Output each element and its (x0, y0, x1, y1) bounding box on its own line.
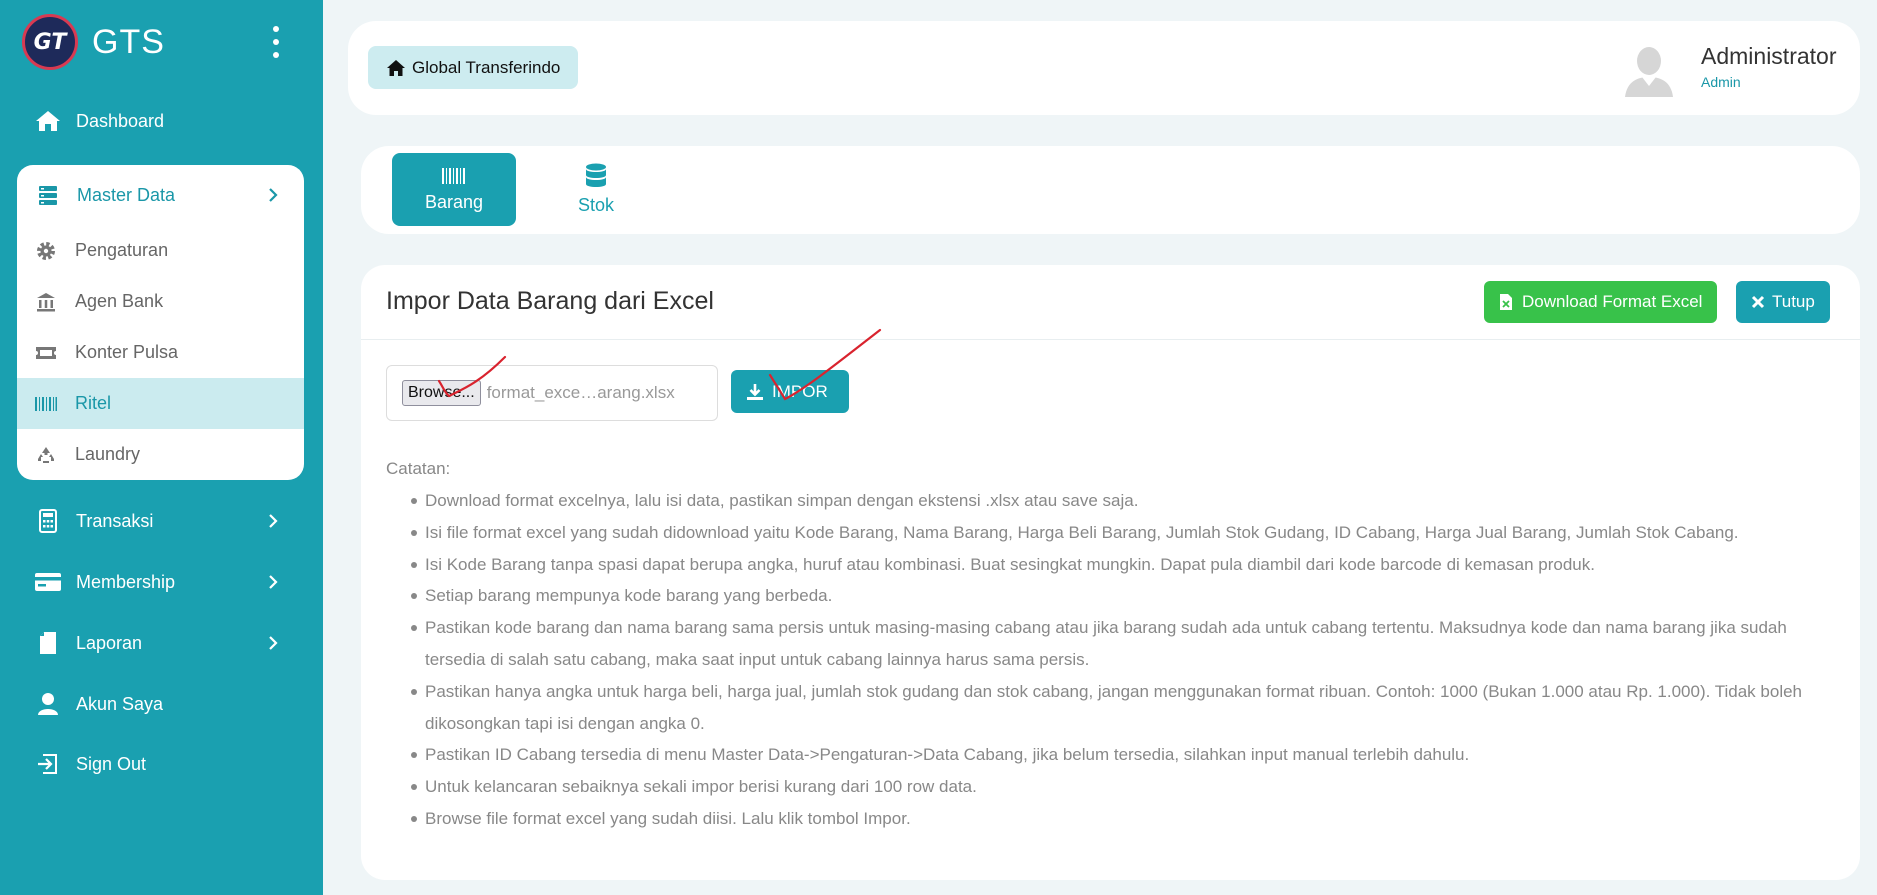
breadcrumb-label: Global Transferindo (412, 57, 561, 77)
avatar[interactable] (1620, 39, 1678, 97)
tab-label: Stok (577, 195, 615, 215)
sub-item-label: Ritel (75, 393, 112, 413)
home-icon (34, 107, 62, 135)
card-title: Impor Data Barang dari Excel (386, 287, 714, 315)
tab-label: Barang (424, 192, 484, 212)
nav-dashboard-label: Dashboard (76, 110, 165, 131)
nav-laporan-label: Laporan (76, 632, 143, 653)
ticket-icon (33, 340, 59, 366)
import-card: Impor Data Barang dari Excel Download Fo… (361, 265, 1860, 880)
file-input[interactable]: Browse... format_exce…arang.xlsx (386, 365, 718, 421)
sub-item-ritel[interactable]: Ritel (17, 378, 304, 429)
notes-label: Catatan: (386, 459, 451, 478)
sidebar: GT GTS Dashboard Master Data Pengaturan (0, 0, 323, 895)
brand[interactable]: GT GTS (22, 14, 165, 70)
nav-dashboard[interactable]: Dashboard (0, 96, 323, 146)
note-item: Untuk kelancaran sebaiknya sekali impor … (411, 771, 1831, 803)
user-name: Administrator (1701, 43, 1837, 69)
top-bar: Global Transferindo Administrator Admin (348, 21, 1860, 115)
sub-item-laundry[interactable]: Laundry (17, 429, 304, 480)
master-data-panel: Master Data Pengaturan Agen Bank Konter … (17, 165, 304, 480)
nav-sign-out-label: Sign Out (76, 753, 147, 774)
database-icon (586, 163, 606, 187)
notes-list: Download format excelnya, lalu isi data,… (411, 485, 1831, 835)
selected-file-name: format_exce…arang.xlsx (486, 383, 675, 402)
note-item: Download format excelnya, lalu isi data,… (411, 485, 1831, 517)
sub-item-label: Agen Bank (75, 291, 164, 311)
note-item: Browse file format excel yang sudah diis… (411, 803, 1831, 835)
nav-laporan[interactable]: Laporan (0, 618, 323, 668)
brand-logo: GT (22, 14, 78, 70)
close-label: Tutup (1772, 292, 1815, 311)
note-item: Pastikan ID Cabang tersedia di menu Mast… (411, 739, 1831, 771)
barcode-icon (442, 168, 465, 184)
note-item: Isi file format excel yang sudah didownl… (411, 517, 1831, 549)
sub-item-label: Pengaturan (75, 240, 169, 260)
download-format-label: Download Format Excel (1522, 292, 1703, 311)
sub-item-label: Laundry (75, 444, 141, 464)
sub-item-agen-bank[interactable]: Agen Bank (17, 276, 304, 327)
close-icon (1751, 295, 1765, 309)
tabs-card: Barang Stok (361, 146, 1860, 234)
download-format-button[interactable]: Download Format Excel (1484, 281, 1718, 323)
download-icon (747, 383, 763, 400)
browse-button[interactable]: Browse... (402, 380, 481, 406)
card-divider (361, 339, 1860, 340)
chevron-right-icon (269, 188, 278, 202)
database-list-icon (35, 182, 61, 208)
file-excel-icon (1500, 294, 1512, 310)
barcode-icon (33, 391, 59, 417)
user-icon (34, 690, 62, 718)
more-menu-icon[interactable] (268, 26, 284, 58)
note-item: Isi Kode Barang tanpa spasi dapat berupa… (411, 549, 1831, 581)
nav-membership-label: Membership (76, 571, 176, 592)
impor-label: IMPOR (772, 381, 828, 401)
credit-card-icon (34, 568, 62, 596)
note-item: Setiap barang mempunya kode barang yang … (411, 580, 1831, 612)
chevron-right-icon (269, 514, 278, 528)
user-role: Admin (1701, 74, 1741, 90)
note-item: Pastikan hanya angka untuk harga beli, h… (411, 676, 1831, 740)
nav-master-data[interactable]: Master Data (17, 165, 304, 225)
impor-button[interactable]: IMPOR (731, 370, 849, 413)
gear-icon (33, 238, 59, 264)
home-icon (387, 59, 405, 76)
recycle-icon (33, 442, 59, 468)
note-item: Pastikan kode barang dan nama barang sam… (411, 612, 1831, 676)
sub-item-konter-pulsa[interactable]: Konter Pulsa (17, 327, 304, 378)
breadcrumb-home[interactable]: Global Transferindo (368, 46, 579, 89)
nav-akun-saya[interactable]: Akun Saya (0, 679, 323, 729)
nav-sign-out[interactable]: Sign Out (0, 739, 323, 789)
sign-out-icon (34, 750, 62, 778)
chevron-right-icon (269, 636, 278, 650)
nav-transaksi-label: Transaksi (76, 510, 154, 531)
sub-item-pengaturan[interactable]: Pengaturan (17, 225, 304, 276)
bank-icon (33, 289, 59, 315)
nav-transaksi[interactable]: Transaksi (0, 496, 323, 546)
calculator-icon (34, 507, 62, 535)
nav-akun-saya-label: Akun Saya (76, 693, 164, 714)
nav-membership[interactable]: Membership (0, 557, 323, 607)
tab-barang[interactable]: Barang (392, 153, 516, 226)
brand-name: GTS (92, 22, 165, 61)
nav-master-data-label: Master Data (77, 184, 176, 205)
close-button[interactable]: Tutup (1736, 281, 1830, 323)
chevron-right-icon (269, 575, 278, 589)
sub-item-label: Konter Pulsa (75, 342, 179, 362)
book-icon (34, 629, 62, 657)
tab-stok[interactable]: Stok (534, 153, 658, 226)
